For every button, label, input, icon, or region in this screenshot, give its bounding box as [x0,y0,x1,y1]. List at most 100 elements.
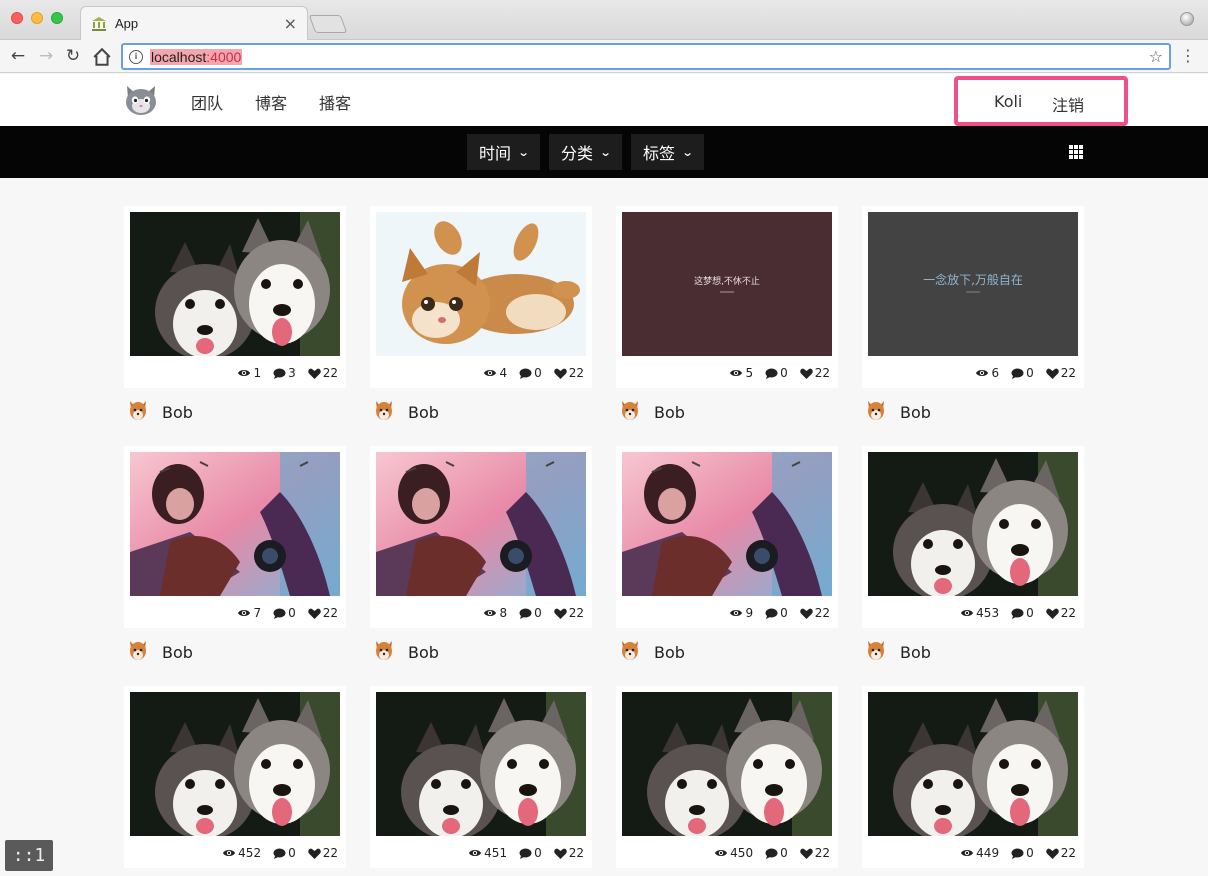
forward-icon[interactable]: → [36,46,56,66]
post-thumbnail[interactable] [622,452,832,596]
heart-icon[interactable] [307,368,321,379]
likes-stat[interactable]: 22 [799,606,830,620]
info-icon[interactable]: i [129,49,143,64]
heart-icon[interactable] [307,608,321,619]
post-card[interactable]: 449 0 22 [862,686,1084,868]
post-author[interactable]: Bob [620,399,685,425]
post-author[interactable]: Bob [374,639,439,665]
post-thumbnail[interactable] [868,452,1078,596]
author-name[interactable]: Bob [900,643,931,662]
likes-stat[interactable]: 22 [553,846,584,860]
likes-stat[interactable]: 22 [1045,366,1076,380]
fox-avatar-icon[interactable] [128,639,148,665]
post-thumbnail[interactable] [376,452,586,596]
likes-stat[interactable]: 22 [1045,846,1076,860]
close-tab-icon[interactable]: × [284,15,297,32]
likes-stat[interactable]: 22 [799,846,830,860]
filter-category-dropdown[interactable]: 分类 ⌄ [549,134,623,170]
author-name[interactable]: Bob [408,643,439,662]
filter-time-dropdown[interactable]: 时间 ⌄ [467,134,541,170]
fox-avatar-icon[interactable] [620,639,640,665]
likes-stat[interactable]: 22 [307,606,338,620]
post-thumbnail[interactable] [622,692,832,836]
fox-avatar-icon[interactable] [866,639,886,665]
grid-view-icon[interactable] [1069,145,1083,159]
likes-stat[interactable]: 22 [307,846,338,860]
filter-tag-dropdown[interactable]: 标签 ⌄ [631,134,705,170]
author-name[interactable]: Bob [654,403,685,422]
heart-icon[interactable] [553,848,567,859]
heart-icon[interactable] [799,848,813,859]
heart-icon[interactable] [553,368,567,379]
post-author[interactable]: Bob [866,639,931,665]
post-thumbnail[interactable] [130,452,340,596]
post-card[interactable]: 这梦想,不休不止 5 0 22 [616,206,838,388]
post-author[interactable]: Bob [374,399,439,425]
post-author[interactable]: Bob [128,639,193,665]
post-thumbnail[interactable] [130,692,340,836]
author-name[interactable]: Bob [162,643,193,662]
heart-icon[interactable] [1045,848,1059,859]
author-name[interactable]: Bob [162,403,193,422]
minimize-window-button[interactable] [31,12,43,24]
cat-logo-icon[interactable] [124,84,158,116]
post-card[interactable]: 1 3 22 [124,206,346,388]
profile-icon[interactable] [1180,12,1194,26]
author-name[interactable]: Bob [408,403,439,422]
likes-stat[interactable]: 22 [799,366,830,380]
fox-avatar-icon[interactable] [866,399,886,425]
post-thumbnail[interactable] [376,692,586,836]
likes-stat[interactable]: 22 [1045,606,1076,620]
bookmark-star-icon[interactable]: ☆ [1149,47,1163,66]
nav-link-team[interactable]: 团队 [191,90,223,114]
logout-link[interactable]: 注销 [1052,92,1084,116]
nav-link-blog[interactable]: 博客 [255,90,287,114]
post-author[interactable]: Bob [128,399,193,425]
heart-icon[interactable] [799,608,813,619]
post-thumbnail[interactable] [130,212,340,356]
post-card[interactable]: 453 0 22 [862,446,1084,628]
browser-menu-icon[interactable]: ⋮ [1180,47,1196,65]
author-name[interactable]: Bob [900,403,931,422]
reload-icon[interactable]: ↻ [63,46,83,66]
post-thumbnail[interactable]: 这梦想,不休不止 [622,212,832,356]
author-name[interactable]: Bob [654,643,685,662]
new-tab-button[interactable] [308,15,348,33]
post-author[interactable]: Bob [620,639,685,665]
heart-icon[interactable] [553,608,567,619]
url-text[interactable]: localhost:4000 [150,48,243,65]
maximize-window-button[interactable] [51,12,63,24]
post-card[interactable]: 452 0 22 [124,686,346,868]
nav-link-podcast[interactable]: 播客 [319,90,351,114]
post-card[interactable]: 7 0 22 [124,446,346,628]
post-card[interactable]: 450 0 22 [616,686,838,868]
heart-icon[interactable] [1045,608,1059,619]
post-card[interactable]: 8 0 22 [370,446,592,628]
address-bar[interactable]: i localhost:4000 ☆ [121,43,1171,70]
close-window-button[interactable] [11,12,23,24]
likes-stat[interactable]: 22 [553,366,584,380]
post-thumbnail[interactable] [868,692,1078,836]
heart-icon[interactable] [1045,368,1059,379]
home-icon[interactable] [92,47,112,67]
post-thumbnail[interactable]: 一念放下,万般自在 [868,212,1078,356]
heart-icon[interactable] [799,368,813,379]
post-thumbnail[interactable] [376,212,586,356]
username-link[interactable]: Koli [994,92,1022,111]
post-card[interactable]: 4 0 22 [370,206,592,388]
likes-count: 22 [814,606,830,620]
fox-avatar-icon[interactable] [374,399,394,425]
fox-avatar-icon[interactable] [128,399,148,425]
likes-stat[interactable]: 22 [307,366,338,380]
post-card[interactable]: 451 0 22 [370,686,592,868]
post-card[interactable]: 一念放下,万般自在 6 0 22 [862,206,1084,388]
fox-avatar-icon[interactable] [620,399,640,425]
back-icon[interactable]: ← [8,46,28,66]
browser-tab[interactable]: App × [80,6,308,40]
post-author[interactable]: Bob [866,399,931,425]
comments-count: 0 [780,606,788,620]
post-card[interactable]: 9 0 22 [616,446,838,628]
fox-avatar-icon[interactable] [374,639,394,665]
likes-stat[interactable]: 22 [553,606,584,620]
heart-icon[interactable] [307,848,321,859]
